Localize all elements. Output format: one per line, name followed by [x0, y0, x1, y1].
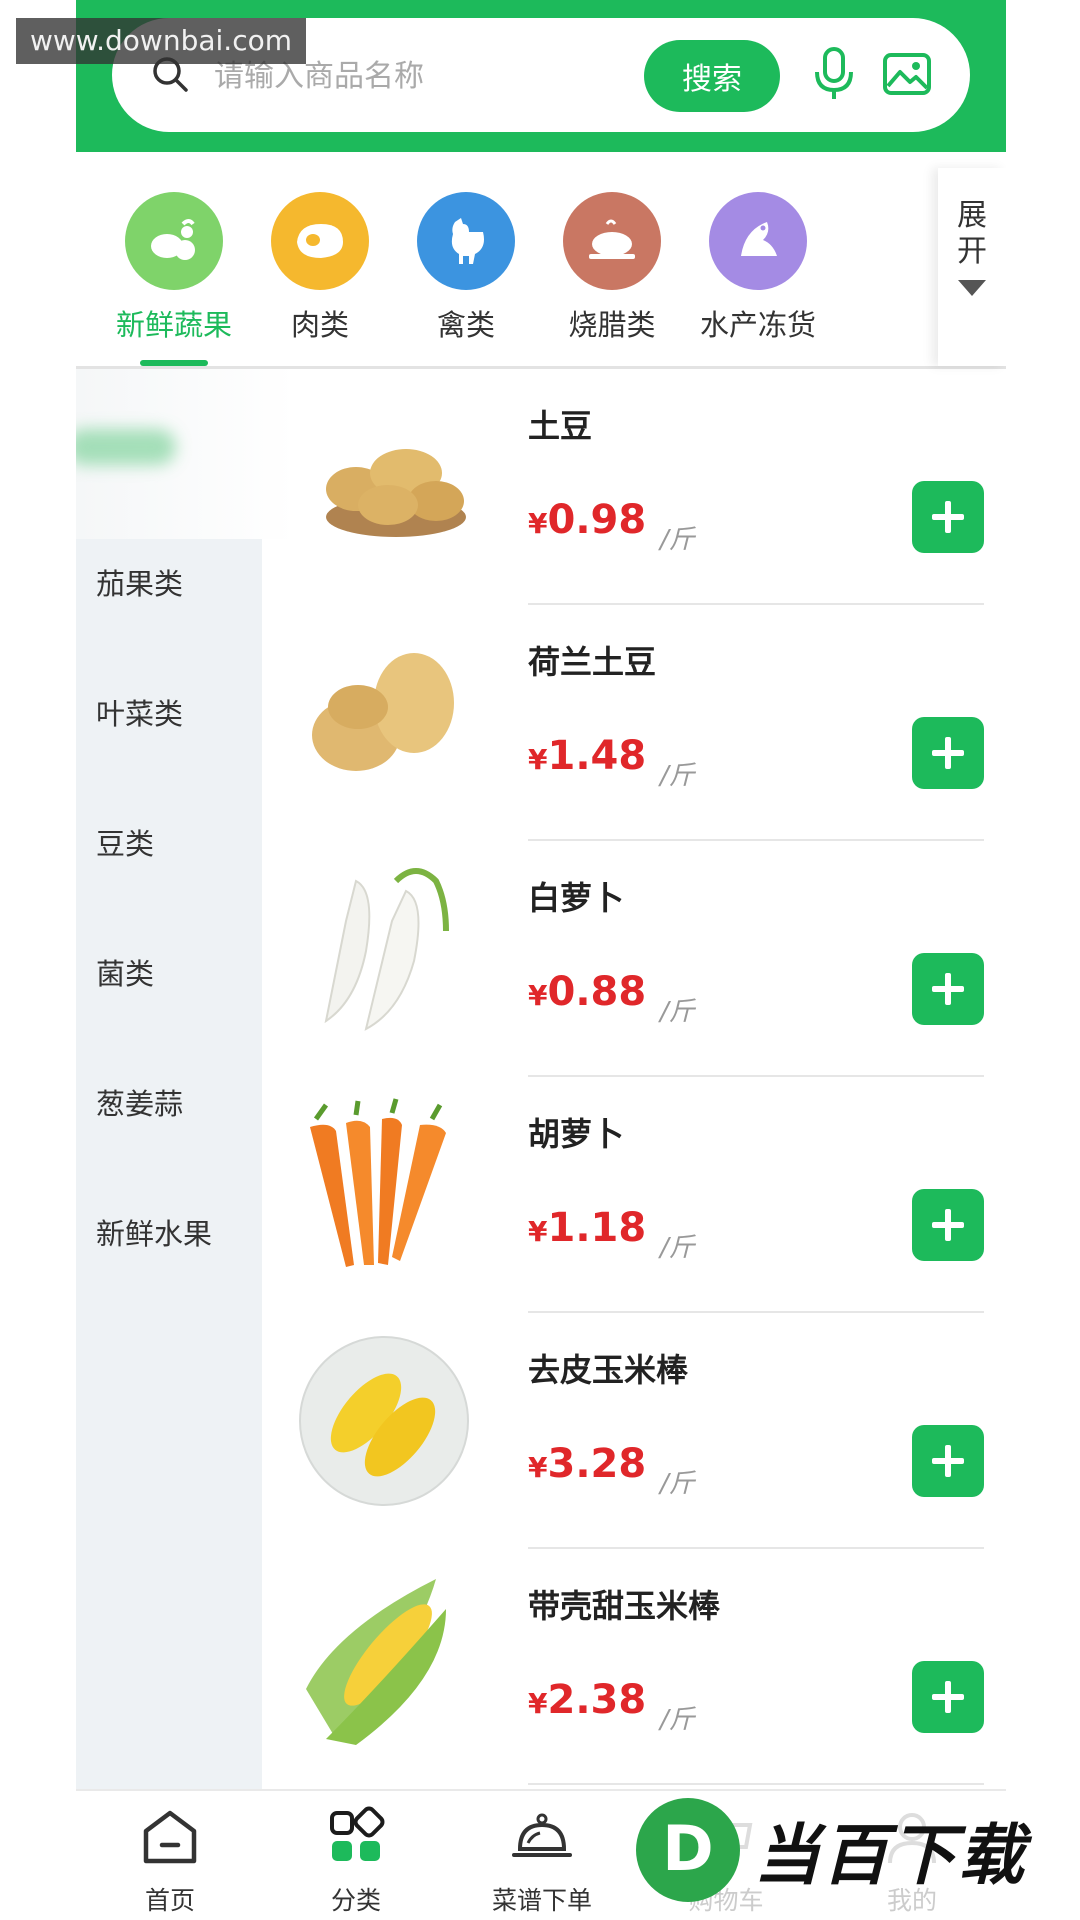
product-unit: /斤 — [660, 525, 695, 555]
category-label: 烧腊类 — [568, 308, 656, 342]
brand-watermark: D 当百下载 — [636, 1795, 1076, 1905]
potato-image — [312, 653, 454, 771]
product-name: 带壳甜玉米棒 — [528, 1587, 721, 1625]
app-screen: 搜索 新鲜蔬果 — [76, 0, 1006, 1920]
microphone-icon[interactable] — [812, 46, 856, 102]
category-item-seafood[interactable]: 水产冻货 — [678, 192, 838, 344]
nav-item-category[interactable]: 分类 — [286, 1805, 426, 1917]
product-item[interactable]: 带壳甜玉米棒 ¥2.38 /斤 — [262, 1549, 1006, 1785]
meat-icon — [271, 192, 369, 290]
product-unit: /斤 — [660, 1469, 695, 1499]
product-price: ¥2.38 — [528, 1677, 647, 1723]
add-to-cart-button[interactable] — [912, 1189, 984, 1261]
product-item[interactable]: 胡萝卜 ¥1.18 /斤 — [262, 1077, 1006, 1313]
sidebar-item[interactable]: 葱姜蒜 — [96, 1081, 183, 1123]
product-name: 胡萝卜 — [528, 1115, 625, 1153]
cloche-icon — [512, 1813, 572, 1857]
expand-categories-button[interactable]: 展开 — [938, 168, 1006, 366]
product-price: ¥0.88 — [528, 969, 647, 1015]
add-to-cart-button[interactable] — [912, 1425, 984, 1497]
category-strip: 新鲜蔬果 肉类 禽类 烧腊类 水产冻货 展开 — [76, 152, 1006, 369]
potato-basket-image — [326, 449, 466, 537]
product-unit: /斤 — [660, 997, 695, 1027]
nav-label: 首页 — [144, 1886, 195, 1915]
category-item-fresh-produce[interactable]: 新鲜蔬果 — [94, 192, 254, 344]
nav-label: 分类 — [330, 1886, 381, 1915]
product-item[interactable]: 荷兰土豆 ¥1.48 /斤 — [262, 605, 1006, 841]
category-icon — [330, 1806, 385, 1861]
product-price: ¥3.28 — [528, 1441, 647, 1487]
divider — [528, 1783, 984, 1785]
expand-label: 展开 — [957, 198, 987, 269]
category-item-roast[interactable]: 烧腊类 — [532, 192, 692, 344]
product-name: 去皮玉米棒 — [528, 1351, 689, 1389]
add-to-cart-button[interactable] — [912, 1661, 984, 1733]
subcategory-sidebar: 茄果类 叶菜类 豆类 菌类 葱姜蒜 新鲜水果 — [76, 369, 356, 1789]
category-label: 新鲜蔬果 — [115, 308, 232, 342]
product-price: ¥0.98 — [528, 497, 647, 543]
brand-text: 当百下载 — [754, 1817, 1026, 1894]
active-category-indicator — [140, 360, 208, 366]
watermark-url: www.downbai.com — [16, 18, 306, 64]
caret-down-icon — [958, 280, 986, 296]
product-list: 土豆 ¥0.98 /斤 荷兰土豆 ¥1.48 /斤 白萝卜 ¥0.88 /斤 胡… — [262, 369, 1006, 1789]
add-to-cart-button[interactable] — [912, 717, 984, 789]
image-search-icon[interactable] — [882, 52, 932, 96]
sidebar-item[interactable]: 新鲜水果 — [96, 1211, 212, 1253]
white-radish-image — [324, 868, 449, 1031]
corn-husk-image — [306, 1579, 446, 1745]
nav-item-home[interactable]: 首页 — [100, 1805, 240, 1917]
roast-icon — [563, 192, 661, 290]
product-unit: /斤 — [660, 1233, 695, 1263]
product-name: 土豆 — [528, 407, 593, 445]
home-icon — [143, 1810, 197, 1864]
category-item-meat[interactable]: 肉类 — [240, 192, 400, 344]
add-to-cart-button[interactable] — [912, 481, 984, 553]
sidebar-item[interactable]: 叶菜类 — [96, 691, 183, 733]
nav-item-recipe[interactable]: 菜谱下单 — [472, 1805, 612, 1917]
product-name: 白萝卜 — [528, 879, 625, 917]
add-to-cart-button[interactable] — [912, 953, 984, 1025]
sidebar-item[interactable]: 豆类 — [96, 821, 154, 863]
product-item[interactable]: 白萝卜 ¥0.88 /斤 — [262, 841, 1006, 1077]
product-unit: /斤 — [660, 761, 695, 791]
category-label: 水产冻货 — [699, 308, 816, 342]
product-name: 荷兰土豆 — [528, 643, 657, 681]
chicken-icon — [417, 192, 515, 290]
category-label: 禽类 — [436, 308, 495, 342]
vegetables-icon — [125, 192, 223, 290]
corn-plate-image — [299, 1336, 469, 1506]
product-item[interactable]: 去皮玉米棒 ¥3.28 /斤 — [262, 1313, 1006, 1549]
search-button[interactable]: 搜索 — [644, 40, 780, 112]
product-price: ¥1.48 — [528, 733, 647, 779]
sidebar-item[interactable]: 菌类 — [96, 951, 154, 993]
fish-icon — [709, 192, 807, 290]
product-unit: /斤 — [660, 1705, 695, 1735]
svg-text:D: D — [662, 1812, 713, 1885]
carrot-image — [310, 1098, 446, 1267]
product-item[interactable]: 土豆 ¥0.98 /斤 — [262, 369, 1006, 605]
nav-label: 菜谱下单 — [491, 1886, 592, 1915]
product-price: ¥1.18 — [528, 1205, 647, 1251]
category-item-poultry[interactable]: 禽类 — [386, 192, 546, 344]
brand-logo-icon: D — [636, 1798, 740, 1902]
category-label: 肉类 — [290, 308, 349, 342]
sidebar-item[interactable]: 茄果类 — [96, 561, 183, 603]
